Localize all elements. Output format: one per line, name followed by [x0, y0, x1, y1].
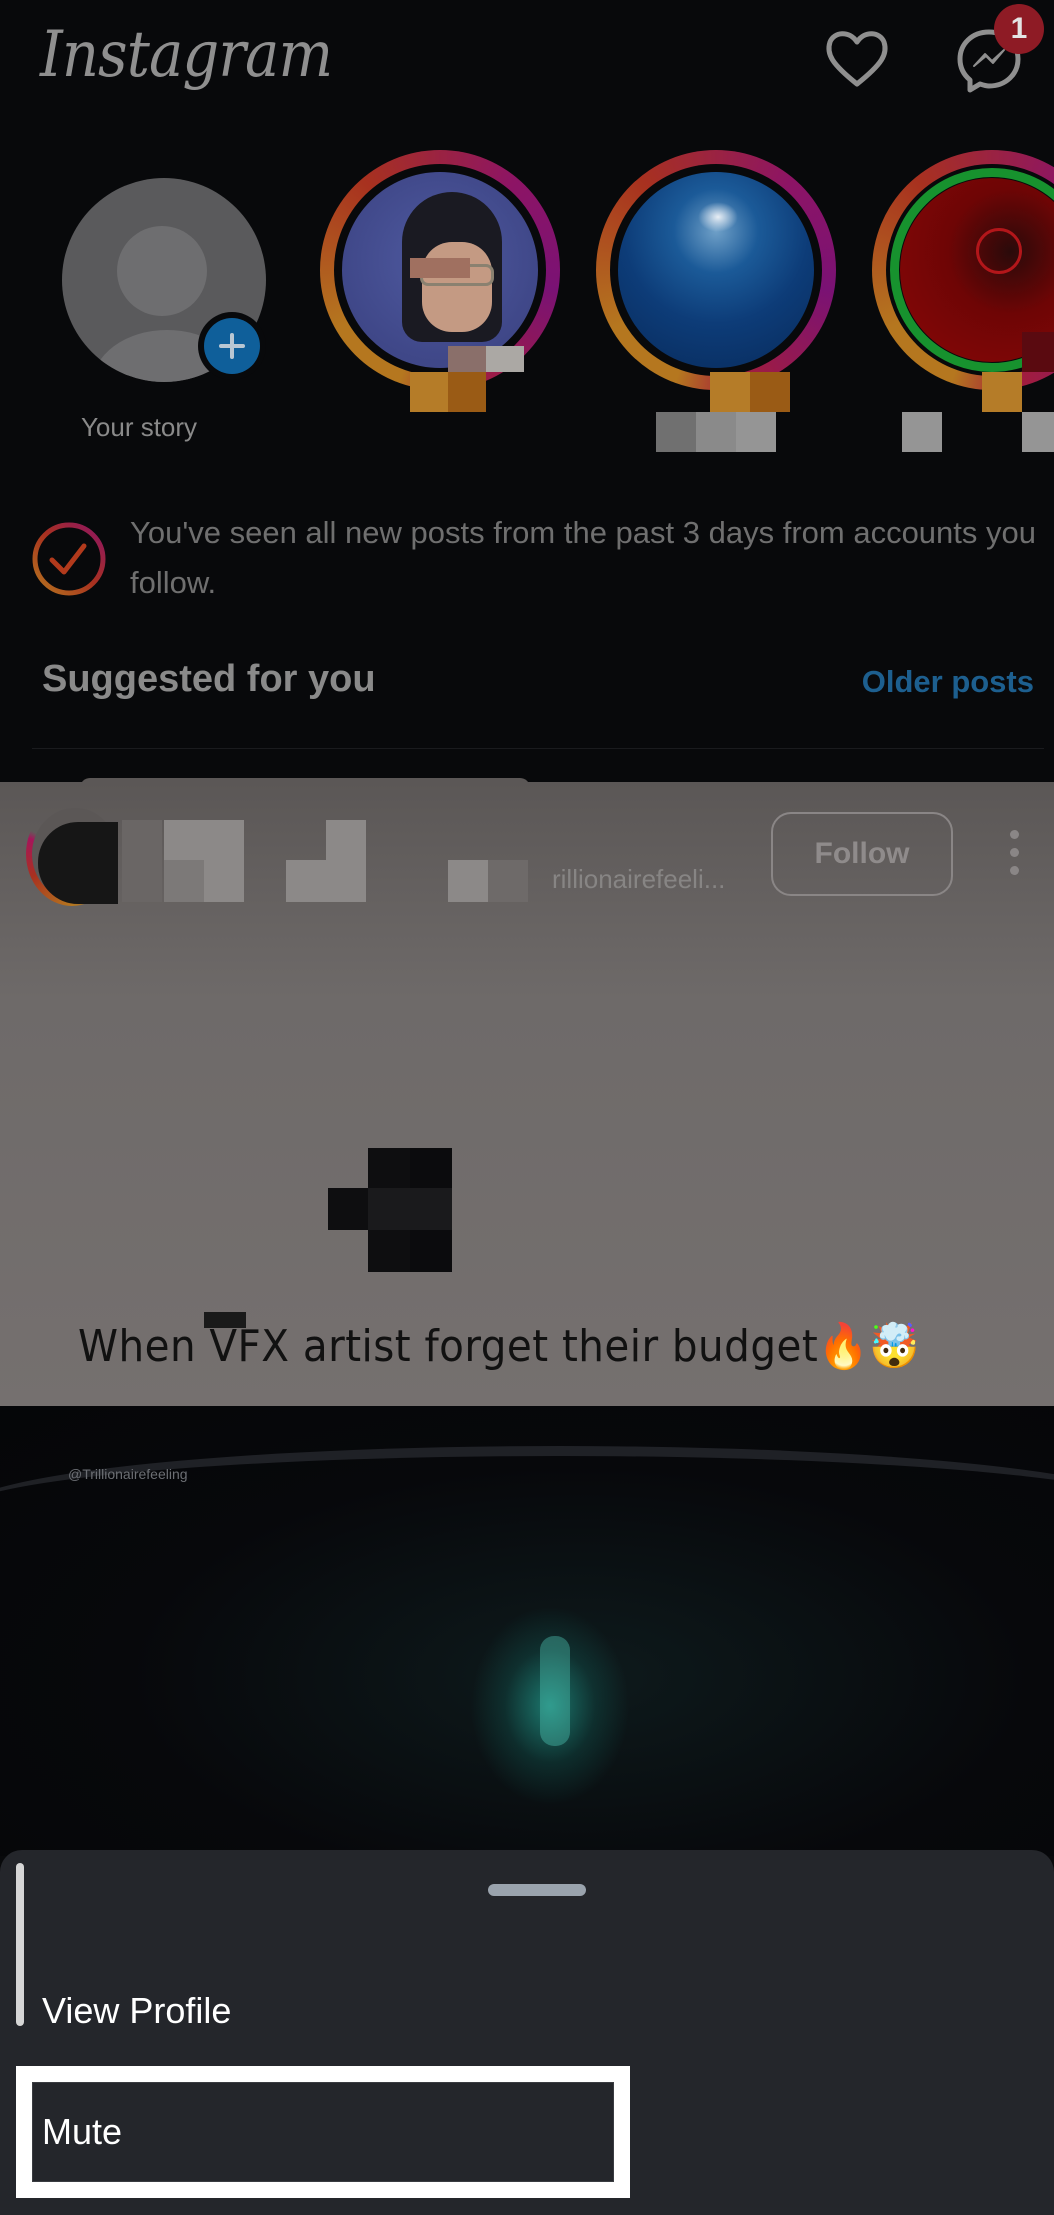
story-item[interactable] [872, 150, 1054, 460]
messenger-badge: 1 [994, 4, 1044, 54]
caught-up-message: You've seen all new posts from the past … [130, 515, 1036, 600]
menu-item-view-profile[interactable]: View Profile [42, 1990, 231, 2032]
add-story-button[interactable] [198, 312, 266, 380]
heart-icon [826, 31, 888, 87]
plus-icon [219, 333, 245, 359]
post-caption-overlay: When VFX artist forget their budget🔥🤯 [78, 1321, 920, 1372]
more-vertical-icon [1004, 830, 1024, 875]
activity-heart-button[interactable] [822, 24, 892, 94]
menu-item-mute[interactable]: Mute [42, 2111, 122, 2153]
story-label: Your story [80, 412, 198, 442]
video-watermark: @Trillionairefeeling [68, 1466, 188, 1482]
checkmark-circle-icon [32, 522, 106, 596]
sheet-drag-handle[interactable] [488, 1884, 586, 1896]
sheet-scrollbar[interactable] [16, 1863, 24, 2026]
more-options-button[interactable] [1004, 830, 1024, 880]
avatar [618, 172, 814, 368]
divider [32, 748, 1044, 749]
post-username-redacted [122, 820, 552, 902]
older-posts-link[interactable]: Older posts [862, 664, 1034, 700]
suggested-title: Suggested for you [42, 658, 376, 700]
instagram-logo: Instagram [40, 18, 333, 92]
story-item[interactable] [596, 150, 846, 460]
redacted-media-block [328, 1148, 452, 1272]
story-item[interactable] [320, 150, 570, 460]
caught-up-badge [30, 520, 108, 598]
follow-button[interactable]: Follow [771, 812, 953, 896]
post-handle[interactable]: rillionairefeeli... [552, 864, 725, 895]
story-your-story[interactable]: Your story [50, 150, 300, 460]
post-author-avatar[interactable] [26, 802, 118, 906]
